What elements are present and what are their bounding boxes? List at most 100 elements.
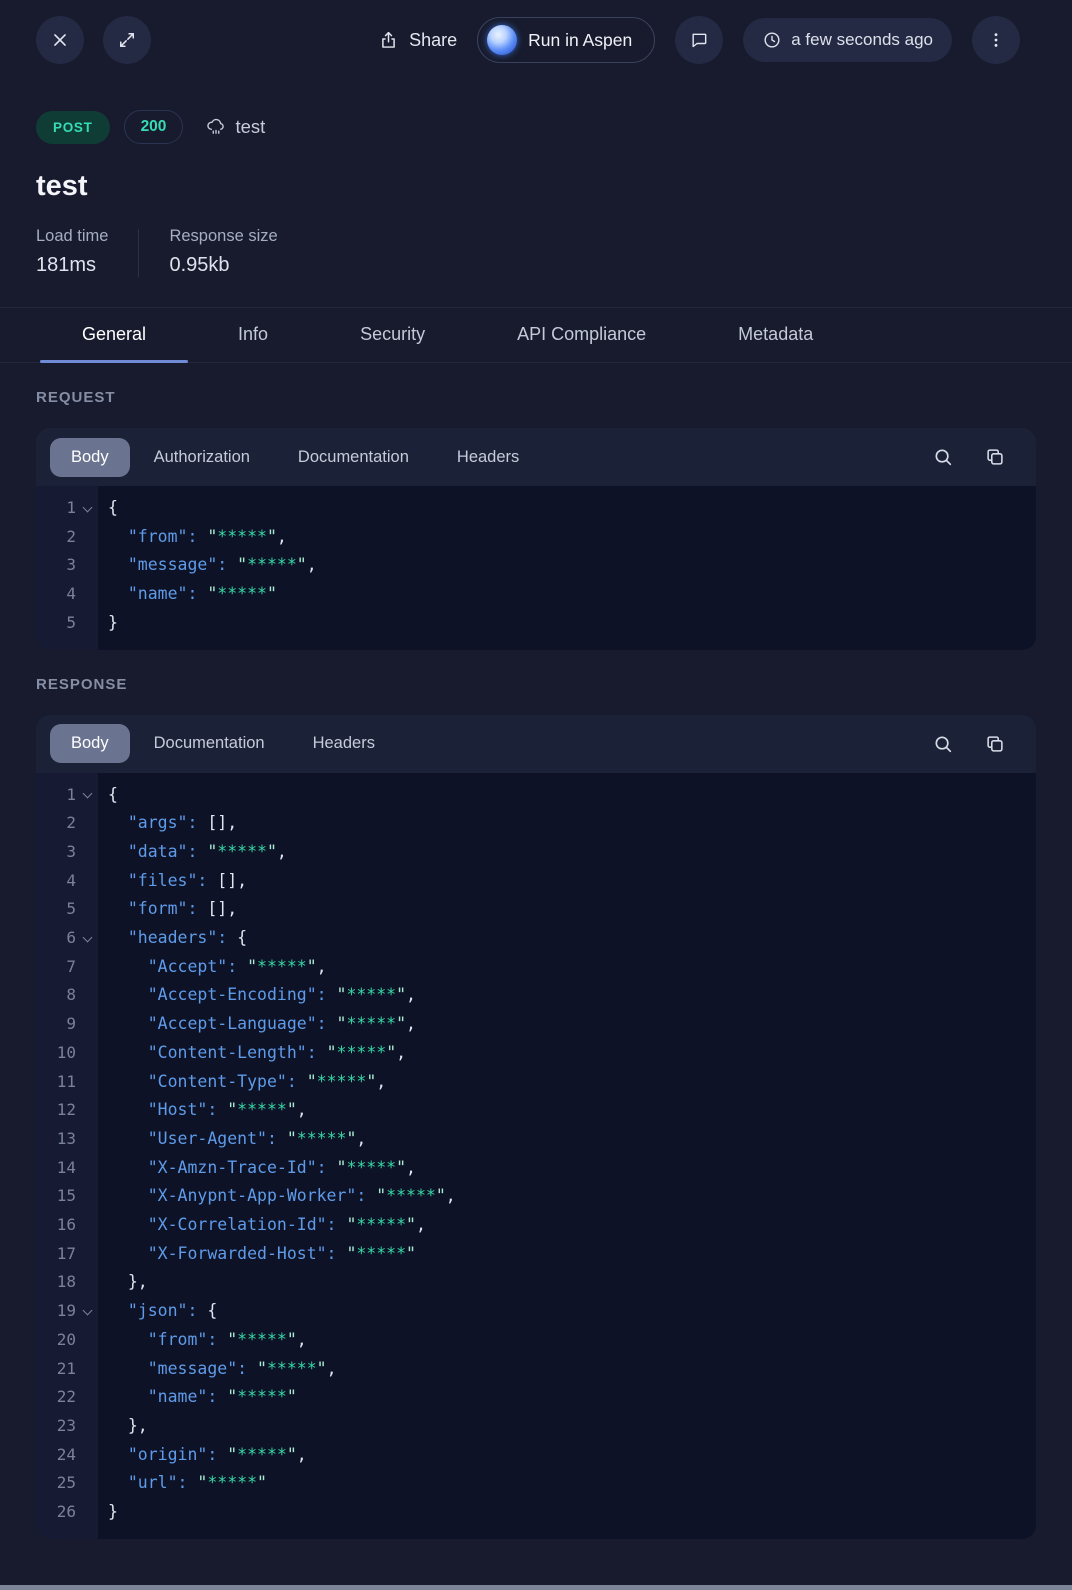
- top-bar: Share Run in Aspen a few seconds ago: [0, 0, 1072, 64]
- share-icon: [378, 30, 399, 51]
- line-number: 9: [36, 1010, 76, 1039]
- copy-icon[interactable]: [984, 733, 1006, 755]
- code-text: "url": "*****": [98, 1469, 267, 1498]
- clock-icon: [762, 30, 782, 50]
- response-tab-bar: BodyDocumentationHeaders: [36, 715, 1036, 773]
- endpoint-link[interactable]: test: [205, 116, 265, 138]
- last-run-timestamp[interactable]: a few seconds ago: [743, 18, 952, 62]
- code-line: 3 "message": "*****",: [36, 551, 1036, 580]
- response-tab-body[interactable]: Body: [50, 724, 130, 763]
- line-number: 5: [36, 895, 76, 924]
- request-code-editor: 1{2 "from": "*****",3 "message": "*****"…: [36, 486, 1036, 650]
- copy-icon[interactable]: [984, 446, 1006, 468]
- line-number: 8: [36, 981, 76, 1010]
- code-text: "Host": "*****",: [98, 1096, 307, 1125]
- code-text: "Content-Type": "*****",: [98, 1068, 386, 1097]
- request-tab-bar: BodyAuthorizationDocumentationHeaders: [36, 428, 1036, 486]
- code-text: "User-Agent": "*****",: [98, 1125, 366, 1154]
- request-tab-authorization[interactable]: Authorization: [130, 438, 274, 477]
- tab-api-compliance[interactable]: API Compliance: [471, 308, 692, 362]
- request-tab-body[interactable]: Body: [50, 438, 130, 477]
- line-number: 2: [36, 809, 76, 838]
- line-number: 14: [36, 1154, 76, 1183]
- stats-divider: [138, 229, 139, 277]
- line-number: 16: [36, 1211, 76, 1240]
- expand-button[interactable]: [103, 16, 151, 64]
- fold-toggle-icon[interactable]: [82, 789, 92, 799]
- code-text: {: [98, 494, 118, 523]
- response-size-label: Response size: [169, 227, 277, 246]
- code-line: 11 "Content-Type": "*****",: [36, 1068, 1036, 1097]
- response-size-value: 0.95kb: [169, 254, 277, 277]
- line-number: 6: [36, 924, 76, 953]
- response-tab-documentation[interactable]: Documentation: [130, 724, 289, 763]
- response-size-stat: Response size 0.95kb: [169, 227, 277, 277]
- code-line: 23 },: [36, 1412, 1036, 1441]
- code-text: "Accept-Encoding": "*****",: [98, 981, 416, 1010]
- line-number: 7: [36, 953, 76, 982]
- more-options-button[interactable]: [972, 16, 1020, 64]
- code-line: 1{: [36, 494, 1036, 523]
- line-number: 4: [36, 867, 76, 896]
- expand-icon: [117, 30, 137, 50]
- line-number: 12: [36, 1096, 76, 1125]
- line-number: 17: [36, 1240, 76, 1269]
- line-number: 5: [36, 609, 76, 638]
- line-number: 23: [36, 1412, 76, 1441]
- endpoint-name: test: [235, 116, 265, 138]
- close-icon: [49, 29, 71, 51]
- close-button[interactable]: [36, 16, 84, 64]
- line-number: 19: [36, 1297, 76, 1326]
- code-line: 24 "origin": "*****",: [36, 1441, 1036, 1470]
- code-text: "X-Forwarded-Host": "*****": [98, 1240, 416, 1269]
- line-number: 4: [36, 580, 76, 609]
- code-text: "files": [],: [98, 867, 247, 896]
- code-line: 6 "headers": {: [36, 924, 1036, 953]
- kebab-menu-icon: [986, 30, 1006, 50]
- code-text: "Content-Length": "*****",: [98, 1039, 406, 1068]
- comment-button[interactable]: [675, 16, 723, 64]
- fold-toggle-icon[interactable]: [82, 1305, 92, 1315]
- code-line: 7 "Accept": "*****",: [36, 953, 1036, 982]
- line-number: 24: [36, 1441, 76, 1470]
- line-number: 2: [36, 523, 76, 552]
- request-card: BodyAuthorizationDocumentationHeaders 1{…: [36, 428, 1036, 650]
- tab-general[interactable]: General: [36, 308, 192, 362]
- code-text: "Accept": "*****",: [98, 953, 327, 982]
- code-line: 19 "json": {: [36, 1297, 1036, 1326]
- request-actions: [932, 446, 1022, 468]
- search-icon[interactable]: [932, 733, 954, 755]
- comment-icon: [689, 30, 709, 50]
- response-tab-headers[interactable]: Headers: [289, 724, 399, 763]
- request-summary-row: POST 200 test: [36, 110, 1036, 144]
- horizontal-scrollbar[interactable]: [0, 1585, 1072, 1590]
- code-line: 2 "args": [],: [36, 809, 1036, 838]
- code-text: "Accept-Language": "*****",: [98, 1010, 416, 1039]
- code-text: },: [98, 1268, 148, 1297]
- run-in-aspen-button[interactable]: Run in Aspen: [477, 17, 655, 63]
- code-text: "X-Amzn-Trace-Id": "*****",: [98, 1154, 416, 1183]
- code-text: "X-Anypnt-App-Worker": "*****",: [98, 1182, 456, 1211]
- line-number: 10: [36, 1039, 76, 1068]
- code-text: "message": "*****",: [98, 551, 317, 580]
- request-tab-documentation[interactable]: Documentation: [274, 438, 433, 477]
- fold-toggle-icon[interactable]: [82, 502, 92, 512]
- tab-security[interactable]: Security: [314, 308, 471, 362]
- load-time-value: 181ms: [36, 254, 108, 277]
- code-text: "from": "*****",: [98, 1326, 307, 1355]
- request-tab-headers[interactable]: Headers: [433, 438, 543, 477]
- timestamp-label: a few seconds ago: [791, 30, 933, 50]
- share-button[interactable]: Share: [378, 30, 457, 51]
- page-title: test: [36, 170, 1036, 203]
- code-line: 10 "Content-Length": "*****",: [36, 1039, 1036, 1068]
- line-number: 25: [36, 1469, 76, 1498]
- tab-info[interactable]: Info: [192, 308, 314, 362]
- code-line: 2 "from": "*****",: [36, 523, 1036, 552]
- tab-metadata[interactable]: Metadata: [692, 308, 859, 362]
- search-icon[interactable]: [932, 446, 954, 468]
- code-line: 13 "User-Agent": "*****",: [36, 1125, 1036, 1154]
- fold-toggle-icon[interactable]: [82, 932, 92, 942]
- code-line: 8 "Accept-Encoding": "*****",: [36, 981, 1036, 1010]
- code-text: "X-Correlation-Id": "*****",: [98, 1211, 426, 1240]
- line-number: 20: [36, 1326, 76, 1355]
